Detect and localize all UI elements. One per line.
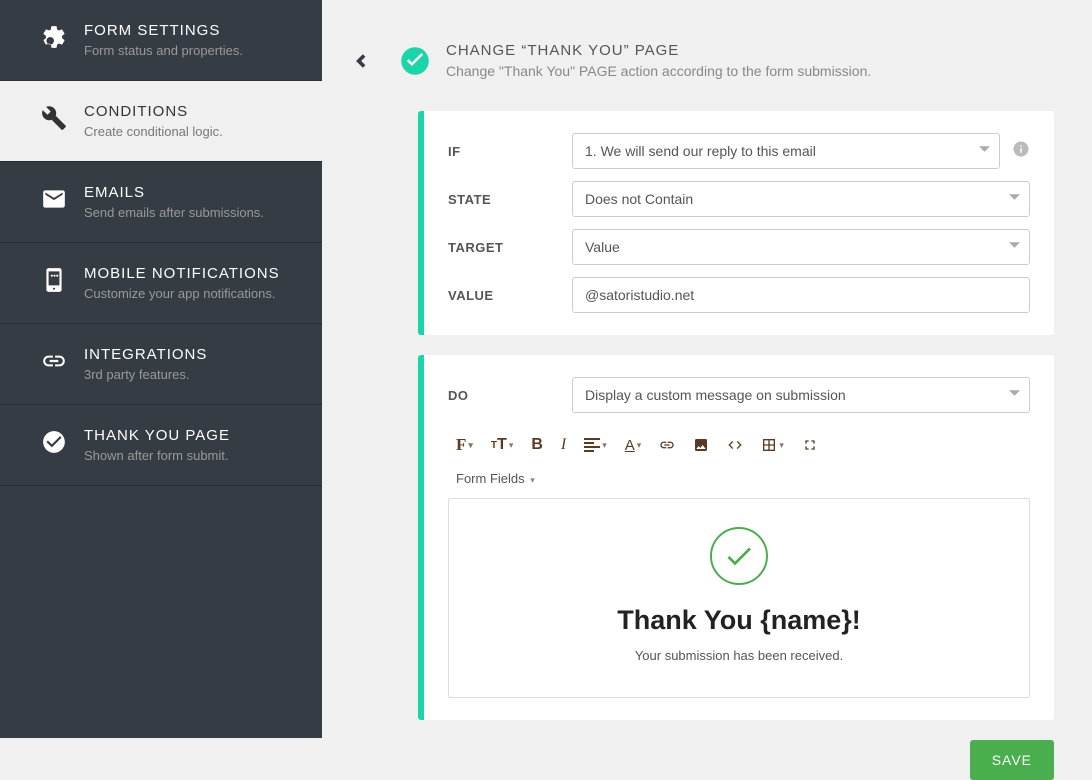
- page-title: CHANGE “THANK YOU” PAGE: [446, 42, 871, 59]
- value-input[interactable]: [572, 277, 1030, 313]
- link-icon: [41, 348, 67, 379]
- back-button[interactable]: [350, 42, 400, 77]
- sidebar-item-label: THANK YOU PAGE: [84, 427, 230, 444]
- phone-icon: [41, 267, 67, 298]
- state-label: STATE: [448, 192, 572, 207]
- info-icon[interactable]: [1012, 140, 1030, 163]
- state-select-value: Does not Contain: [585, 191, 693, 207]
- link-icon[interactable]: [659, 437, 675, 453]
- if-label: IF: [448, 144, 572, 159]
- main-content: CHANGE “THANK YOU” PAGE Change "Thank Yo…: [322, 0, 1092, 738]
- sidebar-item-sub: Customize your app notifications.: [84, 286, 280, 301]
- sidebar: FORM SETTINGS Form status and properties.…: [0, 0, 322, 738]
- do-label: DO: [448, 388, 572, 403]
- if-select-value: 1. We will send our reply to this email: [585, 143, 816, 159]
- font-size-icon[interactable]: TT▾: [491, 436, 513, 454]
- thank-you-body: Your submission has been received.: [469, 648, 1009, 663]
- table-icon[interactable]: ▾: [761, 437, 784, 453]
- envelope-icon: [41, 186, 67, 217]
- sidebar-item-sub: 3rd party features.: [84, 367, 207, 382]
- sidebar-item-label: CONDITIONS: [84, 103, 223, 120]
- sidebar-item-sub: Send emails after submissions.: [84, 205, 264, 220]
- condition-panel: IF 1. We will send our reply to this ema…: [418, 111, 1054, 335]
- sidebar-item-mobile-notifications[interactable]: MOBILE NOTIFICATIONS Customize your app n…: [0, 243, 322, 324]
- fullscreen-icon[interactable]: [802, 437, 818, 453]
- bold-icon[interactable]: B: [531, 436, 543, 454]
- italic-icon[interactable]: I: [561, 436, 566, 454]
- target-select[interactable]: Value: [572, 229, 1030, 265]
- align-icon[interactable]: ▾: [584, 438, 607, 452]
- tools-icon: [41, 105, 67, 136]
- page-subtitle: Change "Thank You" PAGE action according…: [446, 63, 871, 79]
- sidebar-item-sub: Create conditional logic.: [84, 124, 223, 139]
- gear-icon: [41, 24, 67, 55]
- thank-you-heading: Thank You {name}!: [469, 605, 1009, 636]
- sidebar-item-label: MOBILE NOTIFICATIONS: [84, 265, 280, 282]
- sidebar-item-label: FORM SETTINGS: [84, 22, 243, 39]
- sidebar-item-conditions[interactable]: CONDITIONS Create conditional logic.: [0, 81, 322, 162]
- value-label: VALUE: [448, 288, 572, 303]
- action-panel: DO Display a custom message on submissio…: [418, 355, 1054, 720]
- sidebar-item-sub: Shown after form submit.: [84, 448, 230, 463]
- do-select[interactable]: Display a custom message on submission: [572, 377, 1030, 413]
- sidebar-item-sub: Form status and properties.: [84, 43, 243, 58]
- check-circle-icon: [41, 429, 67, 460]
- do-select-value: Display a custom message on submission: [585, 387, 846, 403]
- image-icon[interactable]: [693, 437, 709, 453]
- code-icon[interactable]: [727, 437, 743, 453]
- success-check-icon: [710, 527, 768, 585]
- font-family-icon[interactable]: F▾: [456, 435, 473, 455]
- target-label: TARGET: [448, 240, 572, 255]
- state-select[interactable]: Does not Contain: [572, 181, 1030, 217]
- check-badge-icon: [400, 42, 430, 81]
- text-color-icon[interactable]: A▾: [625, 437, 642, 454]
- sidebar-item-thank-you-page[interactable]: THANK YOU PAGE Shown after form submit.: [0, 405, 322, 486]
- sidebar-item-label: EMAILS: [84, 184, 264, 201]
- editor-toolbar: F▾ TT▾ B I ▾ A▾ ▾: [448, 431, 1030, 467]
- sidebar-item-integrations[interactable]: INTEGRATIONS 3rd party features.: [0, 324, 322, 405]
- sidebar-item-label: INTEGRATIONS: [84, 346, 207, 363]
- sidebar-item-form-settings[interactable]: FORM SETTINGS Form status and properties.: [0, 0, 322, 81]
- form-fields-dropdown[interactable]: Form Fields ▾: [448, 467, 1030, 498]
- editor-canvas[interactable]: Thank You {name}! Your submission has be…: [448, 498, 1030, 698]
- if-select[interactable]: 1. We will send our reply to this email: [572, 133, 1000, 169]
- target-select-value: Value: [585, 239, 620, 255]
- sidebar-item-emails[interactable]: EMAILS Send emails after submissions.: [0, 162, 322, 243]
- save-button[interactable]: SAVE: [970, 740, 1054, 780]
